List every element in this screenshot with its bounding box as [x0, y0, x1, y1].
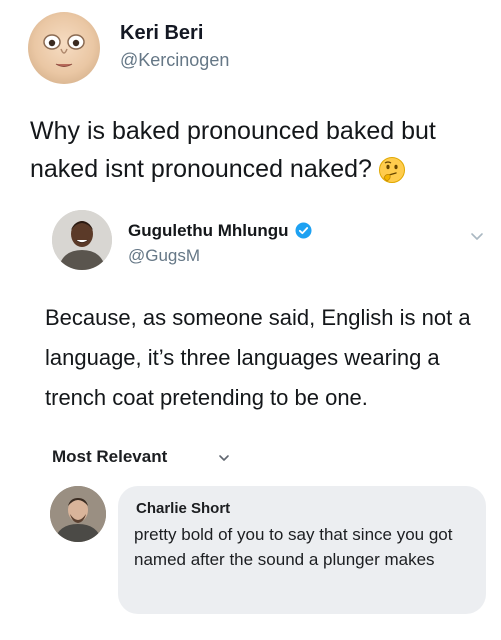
- sort-chevron-down-icon[interactable]: [218, 451, 230, 463]
- gugulethu-avatar[interactable]: [52, 210, 112, 270]
- keri-beri-avatar[interactable]: [28, 12, 100, 84]
- comment-author-name[interactable]: Charlie Short: [136, 500, 230, 517]
- reply-text: Because, as someone said, English is not…: [45, 305, 471, 410]
- chevron-down-icon[interactable]: [469, 228, 485, 244]
- reply-author-handle[interactable]: @GugsM: [128, 246, 200, 266]
- tweet-text-content: Why is baked pronounced baked but naked …: [30, 117, 436, 183]
- commenter-avatar[interactable]: [50, 486, 106, 542]
- thinking-face-emoji-icon: [378, 156, 406, 184]
- tweet-author-handle[interactable]: @Kercinogen: [120, 50, 229, 71]
- reply-author-name-text: Gugulethu Mhlungu: [128, 221, 289, 240]
- tweet-text: Why is baked pronounced baked but naked …: [30, 112, 480, 188]
- tweet-author-name[interactable]: Keri Beri: [120, 22, 203, 45]
- sort-dropdown-label[interactable]: Most Relevant: [52, 447, 167, 467]
- reply-author-name[interactable]: Gugulethu Mhlungu: [128, 221, 312, 241]
- comment-text: pretty bold of you to say that since you…: [134, 525, 453, 569]
- verified-badge-icon: [295, 222, 312, 239]
